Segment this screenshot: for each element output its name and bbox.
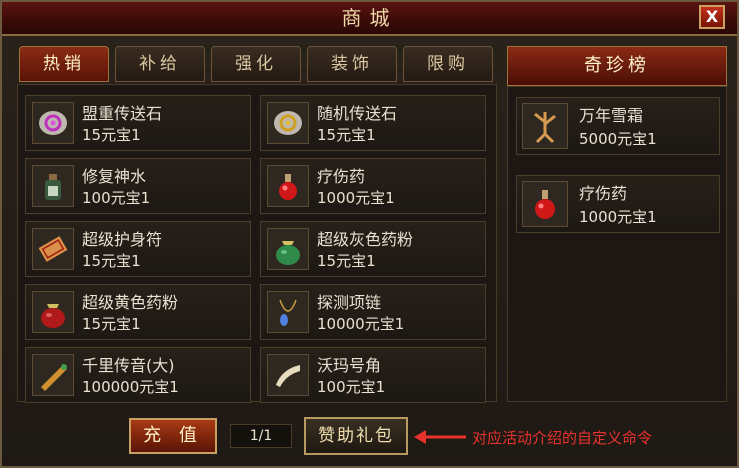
item-price: 15元宝1 (317, 252, 376, 270)
item-price: 15元宝1 (317, 126, 376, 144)
item-name: 万年雪霜 (579, 106, 644, 125)
sponsor-gift-button[interactable]: 赞助礼包 (304, 417, 408, 455)
red-powder-bag-icon (32, 291, 74, 333)
item-name: 超级护身符 (82, 230, 163, 249)
shop-item[interactable]: 探测项链 10000元宝1 (260, 284, 486, 340)
shop-item[interactable]: 超级护身符 15元宝1 (25, 221, 251, 277)
item-name: 超级黄色药粉 (82, 293, 179, 312)
shop-item[interactable]: 千里传音(大) 100000元宝1 (25, 347, 251, 403)
purple-teleport-stone-icon (32, 102, 74, 144)
treasure-item[interactable]: 疗伤药 1000元宝1 (516, 175, 720, 233)
ginseng-icon (522, 103, 568, 149)
treasure-list-header: 奇珍榜 (507, 46, 727, 86)
green-powder-bag-icon (267, 228, 309, 270)
recharge-button[interactable]: 充 值 (129, 418, 217, 454)
item-price: 100000元宝1 (82, 378, 179, 396)
necklace-icon (267, 291, 309, 333)
tab-enhance[interactable]: 强化 (211, 46, 301, 82)
treasure-item[interactable]: 万年雪霜 5000元宝1 (516, 97, 720, 155)
item-price: 15元宝1 (82, 126, 141, 144)
title-bar[interactable]: 商城 (2, 2, 737, 36)
page-indicator: 1/1 (230, 424, 292, 448)
item-name: 疗伤药 (579, 184, 628, 203)
shop-item[interactable]: 超级黄色药粉 15元宝1 (25, 284, 251, 340)
tab-decoration[interactable]: 装饰 (307, 46, 397, 82)
shop-item[interactable]: 修复神水 100元宝1 (25, 158, 251, 214)
shop-window: 商城 X 热销 补给 强化 装饰 限购 盟重传送石 15元宝1 随机传送石 15… (0, 0, 739, 468)
item-price: 1000元宝1 (317, 189, 395, 207)
red-potion-icon (522, 181, 568, 227)
tab-hot[interactable]: 热销 (19, 46, 109, 82)
item-price: 15元宝1 (82, 315, 141, 333)
shop-item[interactable]: 疗伤药 1000元宝1 (260, 158, 486, 214)
item-name: 沃玛号角 (317, 356, 382, 375)
item-price: 100元宝1 (317, 378, 386, 396)
shop-item[interactable]: 随机传送石 15元宝1 (260, 95, 486, 151)
item-name: 千里传音(大) (82, 356, 175, 375)
shop-item[interactable]: 超级灰色药粉 15元宝1 (260, 221, 486, 277)
item-price: 5000元宝1 (579, 130, 657, 148)
item-grid: 盟重传送石 15元宝1 随机传送石 15元宝1 修复神水 100元宝1 疗伤药 … (17, 84, 497, 403)
horn-scroll-icon (32, 354, 74, 396)
item-price: 1000元宝1 (579, 208, 657, 226)
amulet-icon (32, 228, 74, 270)
item-price: 10000元宝1 (317, 315, 405, 333)
tab-supply[interactable]: 补给 (115, 46, 205, 82)
close-button[interactable]: X (699, 5, 725, 29)
window-title: 商城 (341, 6, 398, 30)
shop-item[interactable]: 沃玛号角 100元宝1 (260, 347, 486, 403)
item-price: 15元宝1 (82, 252, 141, 270)
red-potion-icon (267, 165, 309, 207)
item-name: 超级灰色药粉 (317, 230, 414, 249)
woma-horn-icon (267, 354, 309, 396)
yellow-teleport-stone-icon (267, 102, 309, 144)
repair-potion-icon (32, 165, 74, 207)
item-name: 盟重传送石 (82, 104, 163, 123)
annotation-text: 对应活动介绍的自定义命令 (472, 429, 653, 447)
item-name: 修复神水 (82, 167, 147, 186)
item-name: 探测项链 (317, 293, 382, 312)
item-name: 随机传送石 (317, 104, 398, 123)
treasure-list: 万年雪霜 5000元宝1 疗伤药 1000元宝1 (507, 86, 727, 402)
shop-item[interactable]: 盟重传送石 15元宝1 (25, 95, 251, 151)
item-price: 100元宝1 (82, 189, 151, 207)
item-name: 疗伤药 (317, 167, 366, 186)
arrow-left-icon (414, 430, 466, 444)
tab-limited[interactable]: 限购 (403, 46, 493, 82)
